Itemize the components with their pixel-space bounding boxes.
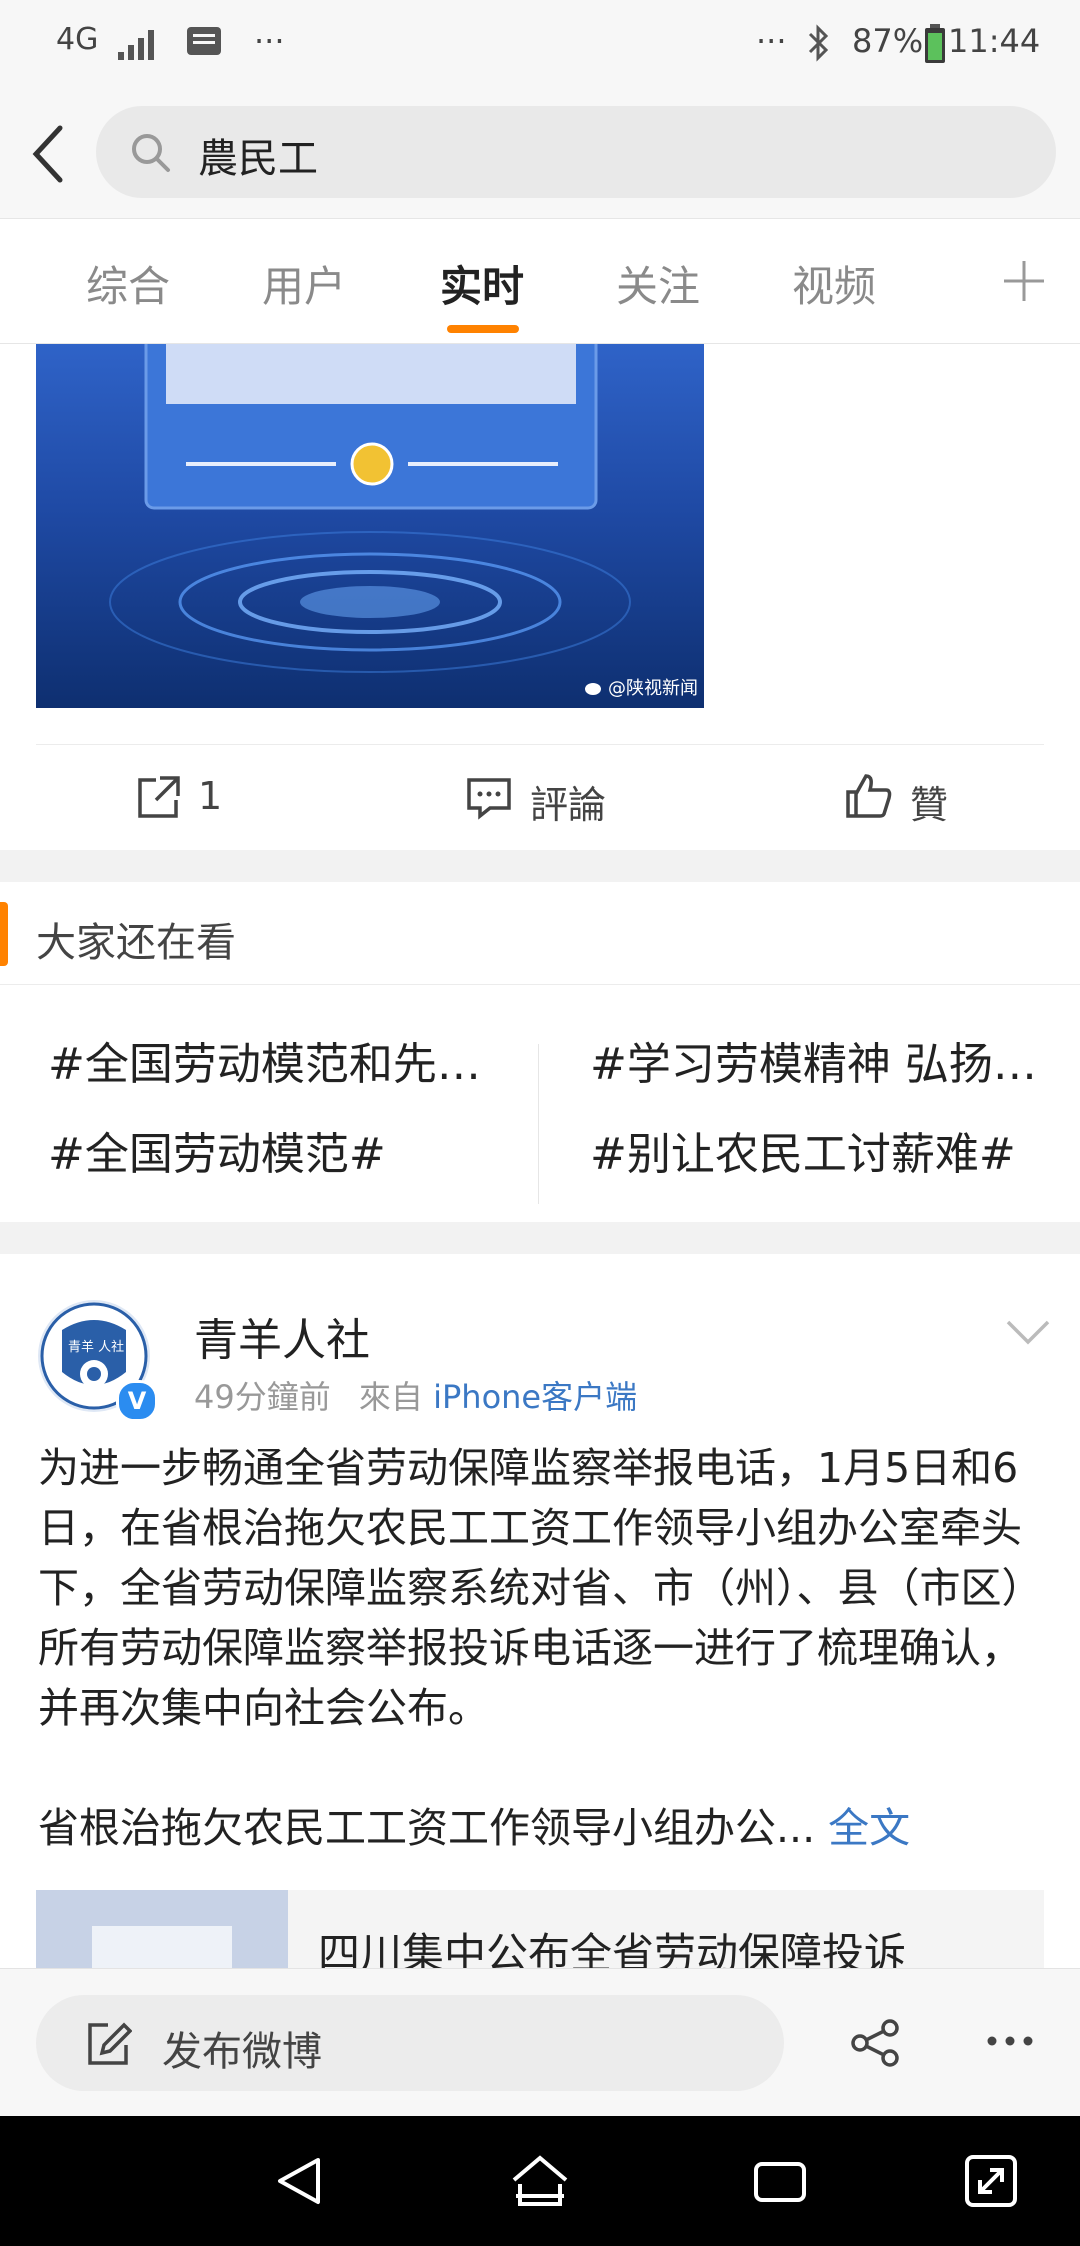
tab-comprehensive[interactable]: 综合 [86, 253, 170, 314]
divider [36, 744, 1044, 745]
active-tab-indicator [447, 325, 519, 333]
compose-label: 发布微博 [162, 2029, 322, 2075]
chevron-down-icon[interactable] [1004, 1316, 1052, 1346]
back-nav-icon[interactable] [274, 2156, 324, 2206]
signal-icon [118, 30, 154, 60]
search-header: 農民工 [0, 90, 1080, 219]
search-box[interactable]: 農民工 [96, 106, 1056, 198]
source-prefix: 來自 [358, 1378, 423, 1416]
tab-users[interactable]: 用户 [262, 253, 346, 314]
home-nav-icon[interactable] [510, 2154, 570, 2208]
bottom-bar: 发布微博 [0, 1968, 1080, 2117]
section-accent-bar [0, 902, 8, 966]
search-input[interactable]: 農民工 [198, 126, 318, 184]
message-icon [187, 27, 221, 55]
system-nav-bar [0, 2116, 1080, 2246]
bluetooth-icon [808, 24, 829, 62]
tab-video[interactable]: 视频 [792, 253, 876, 314]
back-icon[interactable] [26, 122, 70, 186]
battery-level: 87% [852, 22, 924, 60]
status-more-right: ··· [756, 22, 787, 60]
tab-realtime[interactable]: 实时 [440, 253, 524, 314]
edit-icon [88, 2022, 132, 2065]
expand-nav-icon[interactable] [964, 2154, 1018, 2208]
post-text-truncated: 省根治拖欠农民工工资工作领导小组办公... 全文 [38, 1804, 911, 1852]
comment-button[interactable]: 評論 [530, 774, 606, 829]
like-icon[interactable] [844, 772, 892, 820]
post-meta: 49分鐘前 來自 iPhone客户端 [194, 1372, 637, 1418]
author-name[interactable]: 青羊人社 [194, 1304, 370, 1368]
share-icon[interactable] [850, 2019, 902, 2067]
comment-icon[interactable] [466, 776, 512, 820]
repost-count[interactable]: 1 [198, 774, 222, 818]
repost-icon[interactable] [136, 774, 182, 820]
more-icon[interactable] [986, 2035, 1034, 2047]
compose-button[interactable]: 发布微博 [36, 1995, 784, 2091]
post-body: 为进一步畅通全省劳动保障监察举报电话，1月5日和6日，在省根治拖欠农民工工资工作… [38, 1438, 1048, 1858]
like-button[interactable]: 贊 [910, 774, 948, 829]
post-time: 49分鐘前 [194, 1378, 331, 1416]
tab-bar: 综合 用户 实时 关注 视频 [0, 219, 1080, 344]
post-image[interactable]: @陕视新闻 [36, 344, 704, 708]
network-type: 4G [56, 22, 99, 57]
post-card: 青羊 人社 V 青羊人社 49分鐘前 來自 iPhone客户端 为进一步畅通全省… [0, 1254, 1080, 1996]
divider [0, 984, 1080, 985]
topic-link[interactable]: #别让农民工讨薪难# [590, 1118, 1056, 1182]
add-tab-icon[interactable] [1002, 259, 1046, 303]
topic-link[interactable]: #全国劳动模范和先进工作者# [48, 1028, 508, 1092]
weibo-watermark-icon [585, 683, 601, 695]
topic-link[interactable]: #全国劳动模范# [48, 1118, 508, 1182]
recommend-section: 大家还在看 #全国劳动模范和先进工作者# #学习劳模精神 弘扬劳模精神# #全国… [0, 882, 1080, 1222]
recents-nav-icon[interactable] [752, 2158, 808, 2206]
post-card: @陕视新闻 1 評論 贊 [0, 344, 1080, 850]
section-title: 大家还在看 [36, 920, 236, 966]
tab-following[interactable]: 关注 [616, 253, 700, 314]
clock: 11:44 [948, 22, 1041, 60]
topic-link[interactable]: #学习劳模精神 弘扬劳模精神# [590, 1028, 1056, 1092]
status-more-left: ··· [254, 22, 285, 60]
search-icon [132, 134, 170, 172]
image-watermark: @陕视新闻 [608, 678, 698, 699]
battery-icon [925, 24, 945, 63]
news-graphic [109, 344, 631, 673]
post-text: 为进一步畅通全省劳动保障监察举报电话，1月5日和6日，在省根治拖欠农民工工资工作… [38, 1444, 1043, 1732]
verified-badge: V [116, 1380, 158, 1422]
post-source[interactable]: iPhone客户端 [433, 1378, 637, 1416]
full-text-link[interactable]: 全文 [828, 1804, 910, 1852]
avatar-text: 青羊 人社 [68, 1340, 125, 1355]
status-bar: 4G ··· ··· 87% 11:44 [0, 0, 1080, 90]
column-divider [538, 1044, 539, 1204]
